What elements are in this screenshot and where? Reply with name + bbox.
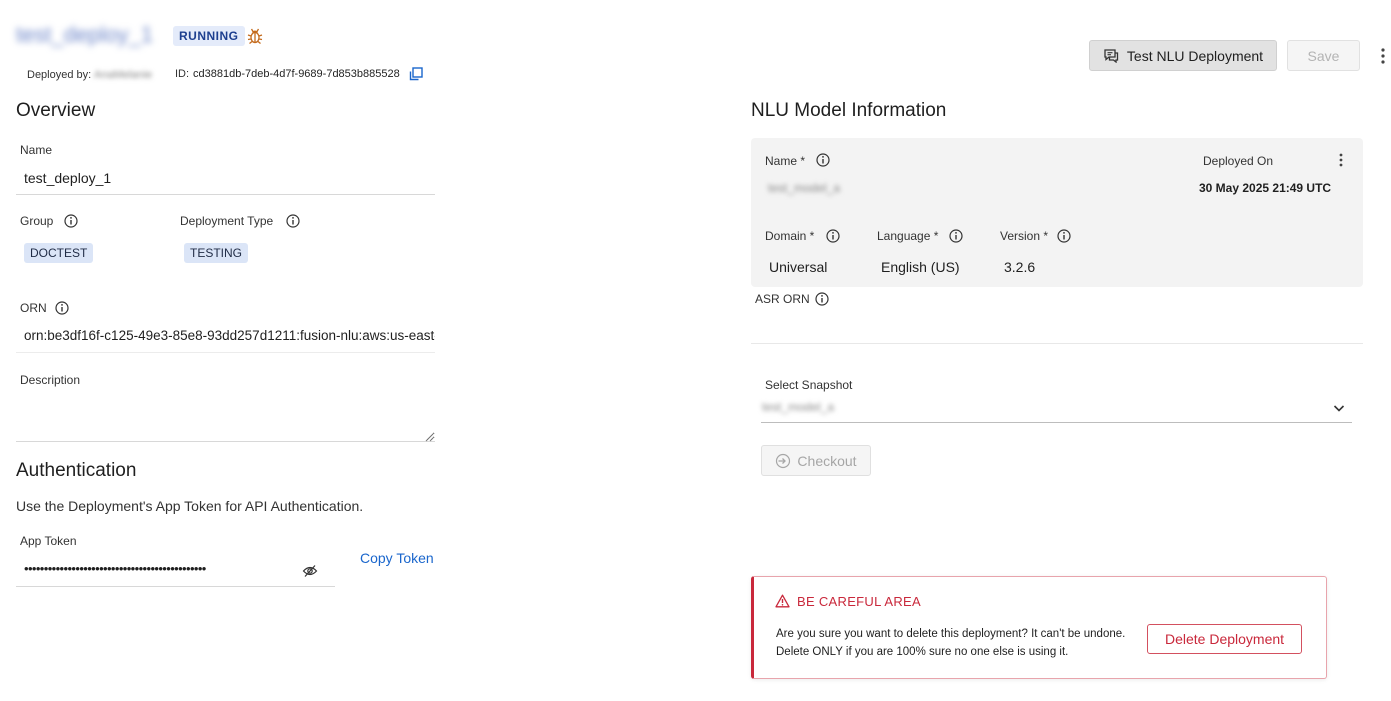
app-token-label: App Token <box>20 534 77 548</box>
group-tag: DOCTEST <box>24 243 94 263</box>
asr-orn-label: ASR ORN <box>755 292 810 306</box>
select-snapshot-label: Select Snapshot <box>765 378 853 392</box>
warning-icon <box>775 594 790 608</box>
description-textarea[interactable] <box>16 394 435 442</box>
deployed-by-label: Deployed by: <box>27 69 92 81</box>
copy-icon[interactable] <box>409 67 423 81</box>
deployment-id: cd3881db-7deb-4d7f-9689-7d853b885528 <box>193 68 400 80</box>
checkout-button[interactable]: Checkout <box>761 445 871 476</box>
app-token-underline <box>16 586 335 587</box>
status-badge: RUNNING <box>173 26 245 46</box>
copy-token-link[interactable]: Copy Token <box>360 550 434 566</box>
domain-value: Universal <box>769 259 828 275</box>
app-token-field[interactable]: ••••••••••••••••••••••••••••••••••••••••… <box>24 561 206 576</box>
chevron-down-icon[interactable] <box>1332 401 1346 415</box>
id-label: ID: <box>175 68 190 80</box>
danger-zone-message: Are you sure you want to delete this dep… <box>776 628 1126 658</box>
login-arrow-icon <box>776 453 791 468</box>
deployed-on-label: Deployed On <box>1203 154 1274 168</box>
info-icon[interactable] <box>64 214 78 228</box>
checkout-label: Checkout <box>797 452 857 469</box>
info-icon[interactable] <box>1057 229 1071 243</box>
danger-zone-title: BE CAREFUL AREA <box>797 594 921 609</box>
language-label: Language * <box>877 229 939 243</box>
select-snapshot-underline <box>761 422 1352 423</box>
version-label: Version * <box>1000 229 1049 243</box>
info-icon[interactable] <box>826 229 840 243</box>
bug-icon[interactable] <box>246 27 264 45</box>
delete-deployment-button[interactable]: Delete Deployment <box>1147 624 1302 654</box>
info-icon[interactable] <box>816 153 830 167</box>
authentication-heading: Authentication <box>16 460 137 481</box>
test-nlu-deployment-button[interactable]: Test NLU Deployment <box>1089 40 1277 71</box>
deployed-on-value: 30 May 2025 21:49 UTC <box>1199 181 1332 195</box>
name-field[interactable]: test_deploy_1 <box>24 170 111 186</box>
info-icon[interactable] <box>55 301 69 315</box>
info-icon[interactable] <box>949 229 963 243</box>
orn-label: ORN <box>20 301 47 315</box>
info-icon[interactable] <box>286 214 300 228</box>
name-field-underline <box>16 194 435 195</box>
deployment-title: test_deploy_1 <box>16 22 153 47</box>
deployed-by-value: AnaMelanie <box>94 69 153 81</box>
group-label: Group <box>20 214 54 228</box>
select-snapshot-dropdown[interactable]: test_model_a <box>762 400 834 414</box>
test-nlu-deployment-label: Test NLU Deployment <box>1126 47 1264 64</box>
description-label: Description <box>20 373 81 387</box>
overview-heading: Overview <box>16 100 96 121</box>
chat-icon <box>1104 49 1119 63</box>
domain-label: Domain * <box>765 229 815 243</box>
model-name-value: test_model_a <box>768 181 841 195</box>
name-label: Name <box>20 143 53 157</box>
section-divider <box>751 343 1363 344</box>
eye-off-icon[interactable] <box>302 564 318 578</box>
info-icon[interactable] <box>815 292 829 306</box>
more-vertical-icon[interactable] <box>1334 152 1348 168</box>
resize-handle-icon[interactable] <box>424 432 434 442</box>
deployment-type-label: Deployment Type <box>180 214 274 228</box>
model-name-label: Name * <box>765 154 806 168</box>
orn-field-underline <box>16 352 435 353</box>
orn-field[interactable]: orn:be3df16f-c125-49e3-85e8-93dd257d1211… <box>24 328 435 343</box>
deployment-type-tag: TESTING <box>184 243 249 263</box>
save-button[interactable]: Save <box>1287 40 1360 71</box>
nlu-model-heading: NLU Model Information <box>751 100 947 121</box>
authentication-description: Use the Deployment's App Token for API A… <box>16 498 364 514</box>
language-value: English (US) <box>881 259 960 275</box>
more-vertical-icon[interactable] <box>1376 46 1390 66</box>
version-value: 3.2.6 <box>1004 259 1036 275</box>
